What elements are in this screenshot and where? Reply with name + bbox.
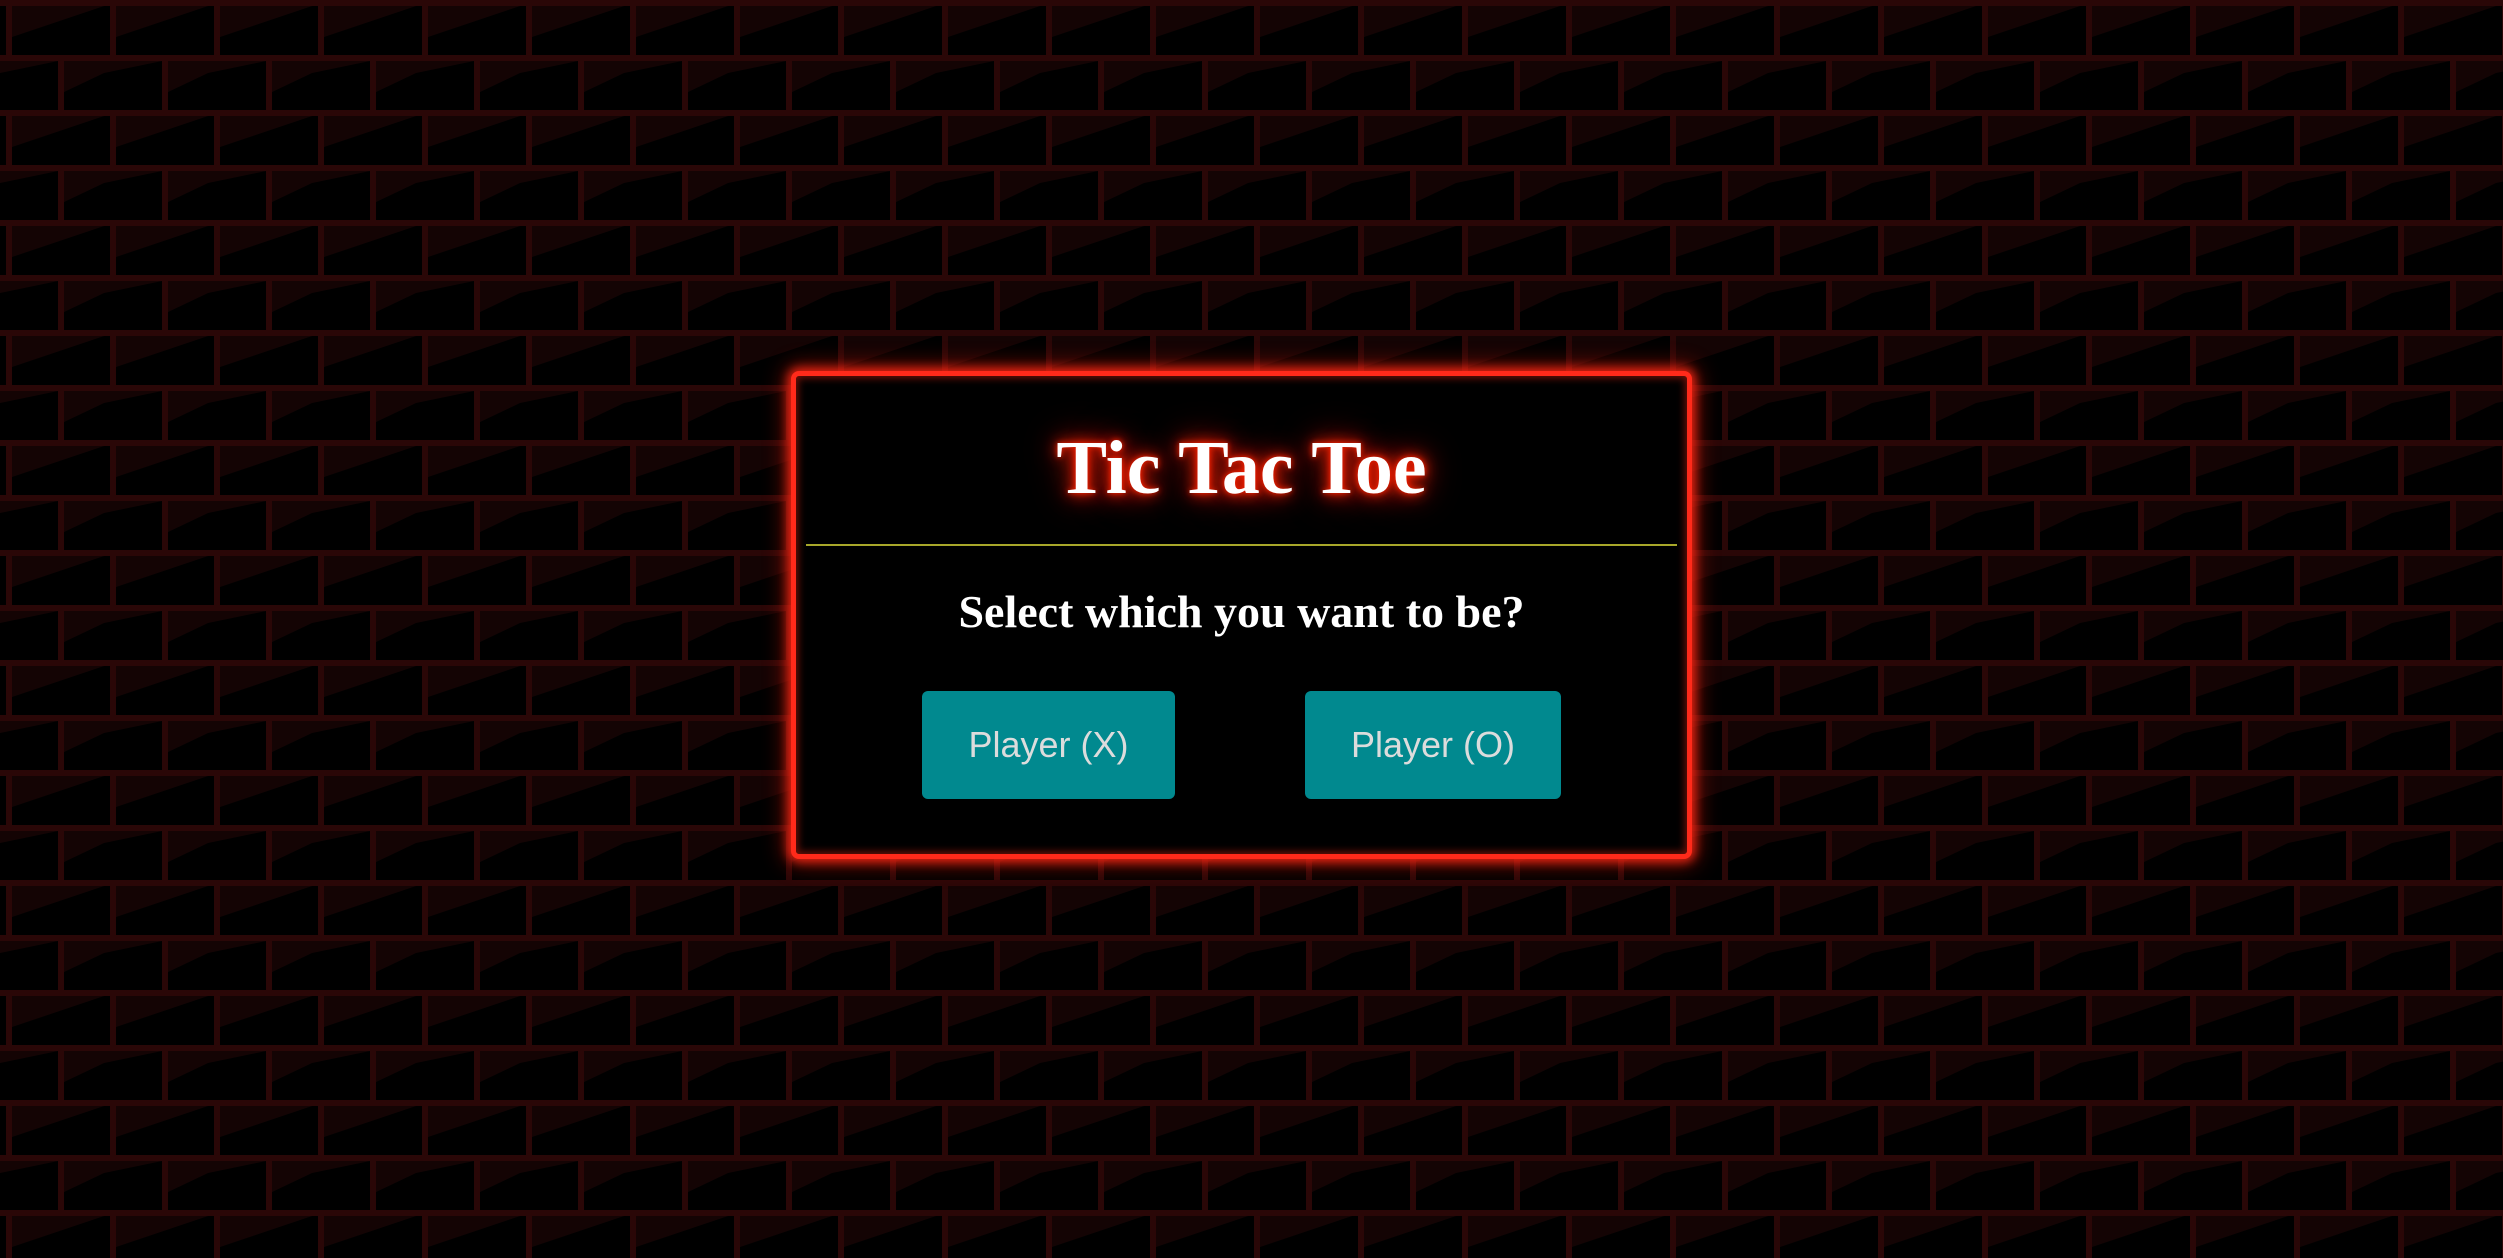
player-select-dialog: Tic Tac Toe Select which you want to be?… [791,371,1692,859]
game-title: Tic Tac Toe [1056,426,1427,510]
title-divider [806,544,1677,546]
player-x-button[interactable]: Player (X) [922,691,1175,799]
player-o-button[interactable]: Player (O) [1305,691,1561,799]
select-prompt: Select which you want to be? [958,586,1525,637]
